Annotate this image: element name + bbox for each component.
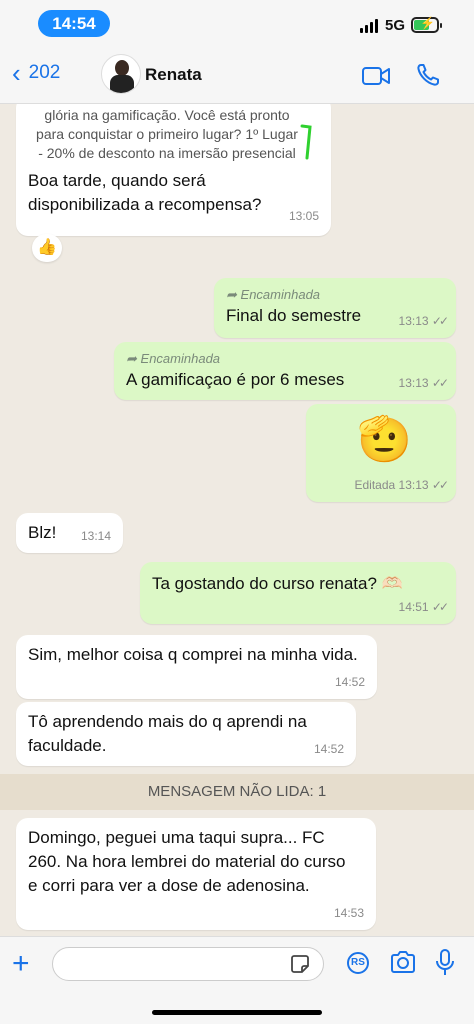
phone-call-icon[interactable] [416,63,440,87]
status-bar: 14:54 5G ⚡ [0,0,474,46]
chevron-left-icon: ‹ [12,58,21,88]
status-time: 14:54 [38,10,110,37]
message-time: Editada 13:13 ✓✓ [354,478,449,492]
message-input[interactable] [52,947,324,981]
read-ticks-icon: ✓✓ [431,600,449,614]
read-ticks-icon: ✓✓ [431,376,449,390]
avatar[interactable] [101,54,141,94]
message-outgoing[interactable]: ➦ Encaminhada A gamificaçao é por 6 mese… [114,342,456,400]
message-outgoing[interactable]: ➦ Encaminhada Final do semestre 13:13 ✓✓ [214,278,456,338]
message-time: 14:53 [333,906,364,920]
green-highlight-mark [300,124,312,160]
message-incoming[interactable]: Domingo, peguei uma taqui supra... FC 26… [16,818,376,930]
read-ticks-icon: ✓✓ [431,478,449,492]
camera-icon[interactable] [390,951,416,973]
signal-icon [360,19,378,33]
message-text: Boa tarde, quando será disponibilizada a… [28,171,262,214]
forward-icon: ➦ [226,287,237,302]
message-text: A gamificaçao é por 6 meses [126,370,345,389]
forwarded-label: ➦ Encaminhada [226,287,321,302]
home-indicator [152,1010,322,1015]
message-outgoing[interactable]: Ta gostando do curso renata? 🫶🏻 14:51 ✓✓ [140,562,456,624]
contact-name[interactable]: Renata [145,65,202,85]
message-text: Ta gostando do curso renata? 🫶🏻 [152,574,403,593]
message-text: Domingo, peguei uma taqui supra... FC 26… [28,828,346,895]
read-ticks-icon: ✓✓ [431,314,449,328]
reaction-badge[interactable]: 👍 [32,234,62,262]
message-time: 13:14 [80,529,111,543]
message-time: 14:52 [313,742,344,756]
back-button[interactable]: ‹ 202 [12,60,60,86]
plus-icon[interactable]: + [12,949,30,979]
chat-header: ‹ 202 Renata [0,46,474,104]
unread-banner: MENSAGEM NÃO LIDA: 1 [0,774,474,810]
sticker-icon[interactable] [290,954,310,974]
message-text: Sim, melhor coisa q comprei na minha vid… [28,645,358,664]
composer-bar: + RS [0,936,474,1024]
message-time: 14:51 ✓✓ [398,600,450,614]
network-label: 5G [385,17,406,34]
video-call-icon[interactable] [362,66,390,86]
message-time: 13:13 ✓✓ [398,376,450,390]
message-time: 14:52 [334,675,365,689]
message-incoming[interactable]: glória na gamificação. Você está pronto … [16,104,331,236]
message-outgoing-emoji[interactable]: 🫡 Editada 13:13 ✓✓ [306,404,456,502]
quoted-text: glória na gamificação. Você está pronto … [36,107,298,161]
chat-area[interactable]: glória na gamificação. Você está pronto … [0,104,474,936]
message-incoming[interactable]: Tô aprendendo mais do q aprendi na facul… [16,702,356,766]
message-incoming[interactable]: Sim, melhor coisa q comprei na minha vid… [16,635,377,699]
message-time: 13:05 [288,209,319,223]
emoji-saluting-face: 🫡 [357,415,412,464]
microphone-icon[interactable] [436,949,454,977]
back-count: 202 [28,62,61,83]
battery-icon: ⚡ [411,16,442,33]
forwarded-label: ➦ Encaminhada [126,351,221,366]
rs-icon[interactable]: RS [347,952,369,974]
message-incoming[interactable]: Blz! 13:14 [16,513,123,553]
forward-icon: ➦ [126,351,137,366]
message-text: Tô aprendendo mais do q aprendi na facul… [28,712,307,755]
message-time: 13:13 ✓✓ [398,314,450,328]
message-text: Blz! [28,523,57,542]
